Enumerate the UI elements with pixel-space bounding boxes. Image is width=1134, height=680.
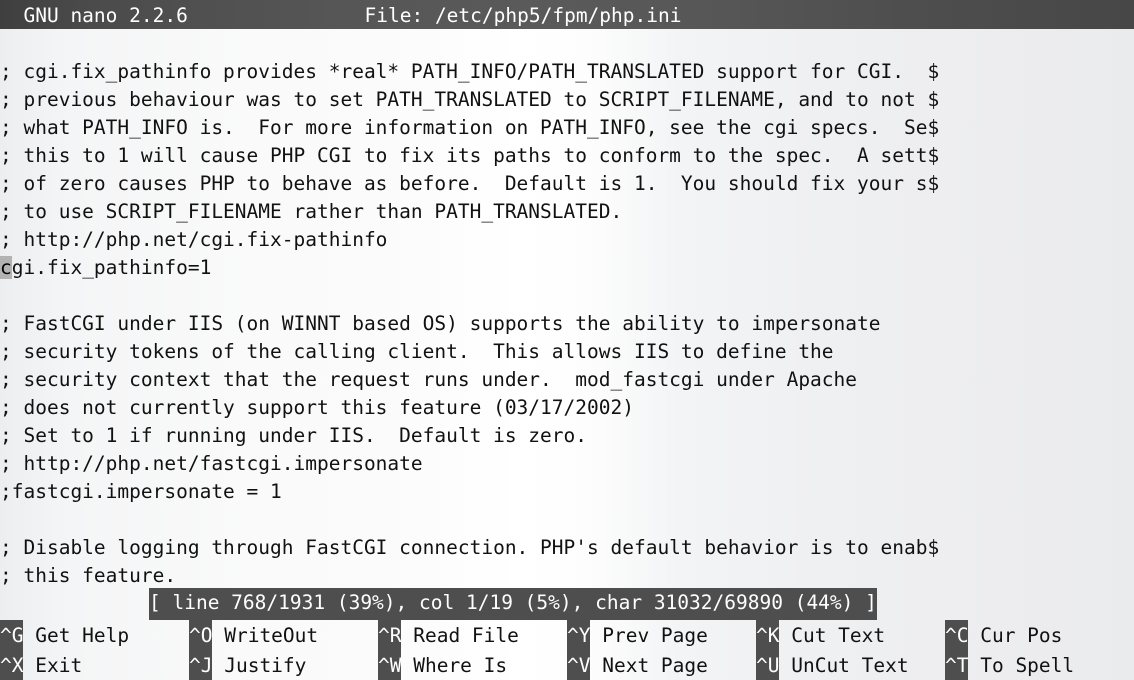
shortcut-key: ^G [0,620,24,654]
editor-line: ; this feature. [0,562,1134,586]
editor-line-text: ; what PATH_INFO is. For more informatio… [0,116,940,139]
shortcut-label: Cur Pos [968,624,1063,647]
editor-line-text: ; FastCGI under IIS (on WINNT based OS) … [0,312,881,335]
editor-text-area[interactable]: ; cgi.fix_pathinfo provides *real* PATH_… [0,30,1134,586]
shortcut-bar: ^G Get Help ^O WriteOut ^R Read File ^Y Pre… [0,620,1134,680]
shortcut-label: Exit [23,654,83,677]
editor-line-text: ; this to 1 will cause PHP CGI to fix it… [0,144,940,167]
shortcut-label: Read File [401,624,519,647]
editor-line: ; of zero causes PHP to behave as before… [0,170,1134,198]
shortcut-get-help[interactable]: ^G Get Help [0,620,129,654]
status-bar: [ line 768/1931 (39%), col 1/19 (5%), ch… [0,588,1134,620]
titlebar-app-title: GNU nano 2.2.6 [0,4,188,27]
shortcut-read-file[interactable]: ^R Read File [378,620,519,654]
shortcut-prev-page[interactable]: ^Y Prev Page [567,620,708,654]
editor-line: ; security tokens of the calling client.… [0,338,1134,366]
shortcut-key: ^C [945,620,969,654]
editor-line: ; Disable logging through FastCGI connec… [0,534,1134,562]
shortcut-label: Next Page [590,654,708,677]
editor-line-text: ; does not currently support this featur… [0,396,634,419]
editor-line: ; previous behaviour was to set PATH_TRA… [0,86,1134,114]
shortcut-label: Prev Page [590,624,708,647]
editor-line-text: ; http://php.net/cgi.fix-pathinfo [0,228,388,251]
editor-line: ; cgi.fix_pathinfo provides *real* PATH_… [0,58,1134,86]
shortcut-label: Where Is [401,654,508,677]
shortcut-cur-pos[interactable]: ^C Cur Pos [945,620,1062,654]
shortcut-exit[interactable]: ^X Exit [0,650,82,680]
editor-line-text: ; security tokens of the calling client.… [0,340,834,363]
shortcut-key: ^W [378,650,402,680]
shortcut-label: Justify [212,654,307,677]
shortcut-key: ^V [567,650,591,680]
text-cursor: c [0,256,12,279]
shortcut-key: ^J [189,650,213,680]
editor-line: ; does not currently support this featur… [0,394,1134,422]
shortcut-next-page[interactable]: ^V Next Page [567,650,708,680]
editor-line-text: ; previous behaviour was to set PATH_TRA… [0,88,940,111]
status-bar-message: [ line 768/1931 (39%), col 1/19 (5%), ch… [149,588,877,620]
shortcut-justify[interactable]: ^J Justify [189,650,306,680]
shortcut-label: Get Help [23,624,130,647]
shortcut-label: To Spell [968,654,1075,677]
shortcut-where-is[interactable]: ^W Where Is [378,650,507,680]
nano-terminal-window: GNU nano 2.2.6 File: /etc/php5/fpm/php.i… [0,0,1134,680]
titlebar-file-label: File: /etc/php5/fpm/php.ini [364,4,682,27]
editor-line: cgi.fix_pathinfo=1 [0,254,1134,282]
editor-line-text: ; of zero causes PHP to behave as before… [0,172,940,195]
titlebar: GNU nano 2.2.6 File: /etc/php5/fpm/php.i… [0,0,1134,29]
editor-line: ; what PATH_INFO is. For more informatio… [0,114,1134,142]
editor-line: ; FastCGI under IIS (on WINNT based OS) … [0,310,1134,338]
shortcut-to-spell[interactable]: ^T To Spell [945,650,1074,680]
shortcut-key: ^T [945,650,969,680]
shortcut-key: ^X [0,650,24,680]
shortcut-key: ^Y [567,620,591,654]
editor-line-text: ; cgi.fix_pathinfo provides *real* PATH_… [0,60,940,83]
shortcut-row-2: ^X Exit ^J Justify ^W Where Is ^V Next Page… [0,650,1134,680]
editor-line: ; Set to 1 if running under IIS. Default… [0,422,1134,450]
shortcut-label: Cut Text [779,624,886,647]
editor-line-text: ; Disable logging through FastCGI connec… [0,536,940,559]
editor-line: ; this to 1 will cause PHP CGI to fix it… [0,142,1134,170]
editor-line: ; http://php.net/cgi.fix-pathinfo [0,226,1134,254]
shortcut-key: ^U [756,650,780,680]
shortcut-row-1: ^G Get Help ^O WriteOut ^R Read File ^Y Pre… [0,620,1134,654]
editor-line: ; http://php.net/fastcgi.impersonate [0,450,1134,478]
editor-line-text: gi.fix_pathinfo=1 [11,256,212,279]
shortcut-writeout[interactable]: ^O WriteOut [189,620,318,654]
editor-line: ; security context that the request runs… [0,366,1134,394]
shortcut-key: ^R [378,620,402,654]
shortcut-key: ^K [756,620,780,654]
editor-line: ; to use SCRIPT_FILENAME rather than PAT… [0,198,1134,226]
editor-line-text: ; Set to 1 if running under IIS. Default… [0,424,587,447]
shortcut-label: WriteOut [212,624,319,647]
shortcut-label: UnCut Text [779,654,909,677]
editor-line-text: ; security context that the request runs… [0,368,858,391]
shortcut-uncut-text[interactable]: ^U UnCut Text [756,650,909,680]
editor-line-text: ;fastcgi.impersonate = 1 [0,480,282,503]
editor-line-text: ; this feature. [0,564,177,586]
editor-line: ;fastcgi.impersonate = 1 [0,478,1134,506]
editor-line-text: ; to use SCRIPT_FILENAME rather than PAT… [0,200,623,223]
shortcut-cut-text[interactable]: ^K Cut Text [756,620,885,654]
editor-line-text: ; http://php.net/fastcgi.impersonate [0,452,423,475]
shortcut-key: ^O [189,620,213,654]
